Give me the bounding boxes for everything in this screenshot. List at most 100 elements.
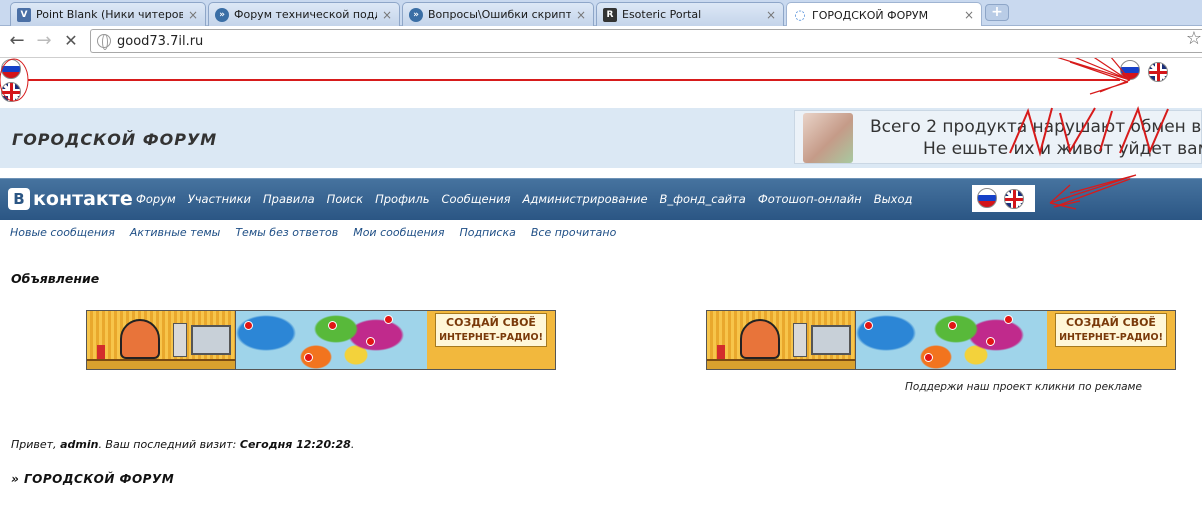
nav-photoshop-online[interactable]: Фотошоп-онлайн <box>758 192 862 206</box>
quick-links: Новые сообщения Активные темы Темы без о… <box>10 226 616 239</box>
nav-donate[interactable]: В_фонд_сайта <box>660 192 746 206</box>
close-icon[interactable]: × <box>765 8 777 22</box>
map-marker-icon <box>384 315 393 324</box>
cta-line: ИНТЕРНЕТ-РАДИО! <box>1059 332 1163 343</box>
nav-messages[interactable]: Сообщения <box>442 192 511 206</box>
dj-person-icon <box>740 319 780 359</box>
tab-title: Форум технической поддерж <box>234 8 377 21</box>
world-map-icon <box>855 311 1047 369</box>
tab-tech-support-forum[interactable]: » Форум технической поддерж × <box>208 2 400 26</box>
monitor-icon <box>191 325 231 355</box>
tab-script-errors[interactable]: » Вопросы\Ошибки скриптов ( × <box>402 2 594 26</box>
plant-icon <box>97 345 105 359</box>
site-title: ГОРОДСКОЙ ФОРУМ <box>12 130 218 149</box>
computer-icon <box>793 323 807 357</box>
banner-desk <box>707 359 872 369</box>
radio-ad-banner[interactable]: СОЗДАЙ СВОЁ ИНТЕРНЕТ-РАДИО! <box>86 310 556 370</box>
monitor-icon <box>811 325 851 355</box>
vk-favicon-icon: V <box>17 7 31 22</box>
tab-title: Esoteric Portal <box>622 8 702 21</box>
banner-cta: СОЗДАЙ СВОЁ ИНТЕРНЕТ-РАДИО! <box>1055 313 1167 347</box>
address-text[interactable]: good73.7il.ru <box>117 34 203 49</box>
link-active-topics[interactable]: Активные темы <box>130 226 221 239</box>
stop-button[interactable]: ✕ <box>60 30 82 52</box>
cta-line: ИНТЕРНЕТ-РАДИО! <box>439 332 543 343</box>
dj-person-icon <box>120 319 160 359</box>
link-my-posts[interactable]: Мои сообщения <box>353 226 444 239</box>
nav-links: Форум Участники Правила Поиск Профиль Со… <box>136 192 912 206</box>
map-marker-icon <box>304 353 313 362</box>
nav-search[interactable]: Поиск <box>327 192 363 206</box>
page-content: ГОРОДСКОЙ ФОРУМ Всего 2 продукта нарушаю… <box>0 58 1202 524</box>
tab-title: ГОРОДСКОЙ ФОРУМ <box>812 8 929 22</box>
radio-ad-banner[interactable]: СОЗДАЙ СВОЁ ИНТЕРНЕТ-РАДИО! <box>706 310 1176 370</box>
close-icon[interactable]: × <box>963 8 975 22</box>
address-bar[interactable]: good73.7il.ru <box>90 29 1202 53</box>
browser-toolbar: ← → ✕ good73.7il.ru ☆ <box>0 26 1202 58</box>
banner-desk <box>87 359 252 369</box>
link-unanswered-topics[interactable]: Темы без ответов <box>235 226 338 239</box>
map-marker-icon <box>328 321 337 330</box>
globe-icon <box>97 34 111 50</box>
forward-button[interactable]: → <box>33 30 55 52</box>
forum-favicon-icon: » <box>215 7 229 22</box>
tab-esoteric-portal[interactable]: R Esoteric Portal × <box>596 2 784 26</box>
announcement-heading: Объявление <box>11 271 100 286</box>
link-subscription[interactable]: Подписка <box>459 226 515 239</box>
last-visit-time: Сегодня 12:20:28 <box>239 438 351 451</box>
tab-title: Вопросы\Ошибки скриптов ( <box>428 8 571 21</box>
new-tab-button[interactable]: + <box>985 4 1009 21</box>
browser-tab-bar: V Point Blank (Ники читеров) × » Форум т… <box>0 0 1202 27</box>
map-marker-icon <box>1004 315 1013 324</box>
link-new-posts[interactable]: Новые сообщения <box>10 226 115 239</box>
red-line-annotation <box>28 79 1120 81</box>
red-arrow-annotation <box>1049 174 1137 210</box>
close-icon[interactable]: × <box>187 8 199 22</box>
link-mark-all-read[interactable]: Все прочитано <box>531 226 616 239</box>
nav-administration[interactable]: Администрирование <box>523 192 648 206</box>
computer-icon <box>173 323 187 357</box>
cta-line: СОЗДАЙ СВОЁ <box>1066 316 1156 329</box>
nav-logout[interactable]: Выход <box>874 192 913 206</box>
nav-rules[interactable]: Правила <box>263 192 315 206</box>
map-marker-icon <box>948 321 957 330</box>
greeting-prefix: Привет, <box>11 438 61 451</box>
tab-title: Point Blank (Ники читеров) <box>36 8 183 21</box>
welcome-message: Привет, admin. Ваш последний визит: Сего… <box>11 438 354 451</box>
username: admin <box>60 438 99 451</box>
close-icon[interactable]: × <box>381 8 393 22</box>
greeting-suffix: . <box>350 438 355 451</box>
loading-spinner-icon: ◌ <box>794 7 806 23</box>
plant-icon <box>717 345 725 359</box>
nav-profile[interactable]: Профиль <box>375 192 429 206</box>
cta-line: СОЗДАЙ СВОЁ <box>446 316 536 329</box>
back-button[interactable]: ← <box>6 30 28 52</box>
breadcrumb[interactable]: » ГОРОДСКОЙ ФОРУМ <box>11 472 174 486</box>
main-navbar: B контакте Форум Участники Правила Поиск… <box>0 178 1202 220</box>
nav-members[interactable]: Участники <box>188 192 251 206</box>
tab-point-blank[interactable]: V Point Blank (Ники читеров) × <box>10 2 206 26</box>
map-marker-icon <box>244 321 253 330</box>
nav-forum[interactable]: Форум <box>136 192 176 206</box>
russian-flag-icon[interactable] <box>977 188 997 208</box>
world-map-icon <box>235 311 427 369</box>
map-marker-icon <box>864 321 873 330</box>
banner-cta: СОЗДАЙ СВОЁ ИНТЕРНЕТ-РАДИО! <box>435 313 547 347</box>
map-marker-icon <box>986 337 995 346</box>
close-icon[interactable]: × <box>575 8 587 22</box>
greeting-middle: . Ваш последний визит: <box>98 438 240 451</box>
red-scribble-annotation <box>1009 105 1169 157</box>
bookmark-star-icon[interactable]: ☆ <box>1186 28 1202 49</box>
esoteric-favicon-icon: R <box>603 7 617 22</box>
forum-favicon-icon: » <box>409 7 423 22</box>
support-project-text: Поддержи наш проект кликни по рекламе <box>905 381 1142 393</box>
language-switcher <box>972 185 1035 212</box>
english-flag-icon[interactable] <box>1004 189 1024 209</box>
ad-thumbnail[interactable] <box>803 113 853 163</box>
vkontakte-logo[interactable]: B контакте <box>8 188 133 210</box>
red-circle-annotation <box>0 58 29 102</box>
red-arrow-annotation <box>1057 58 1131 95</box>
english-flag-icon[interactable] <box>1148 62 1168 82</box>
map-marker-icon <box>924 353 933 362</box>
tab-city-forum[interactable]: ◌ ГОРОДСКОЙ ФОРУМ × <box>786 2 982 27</box>
